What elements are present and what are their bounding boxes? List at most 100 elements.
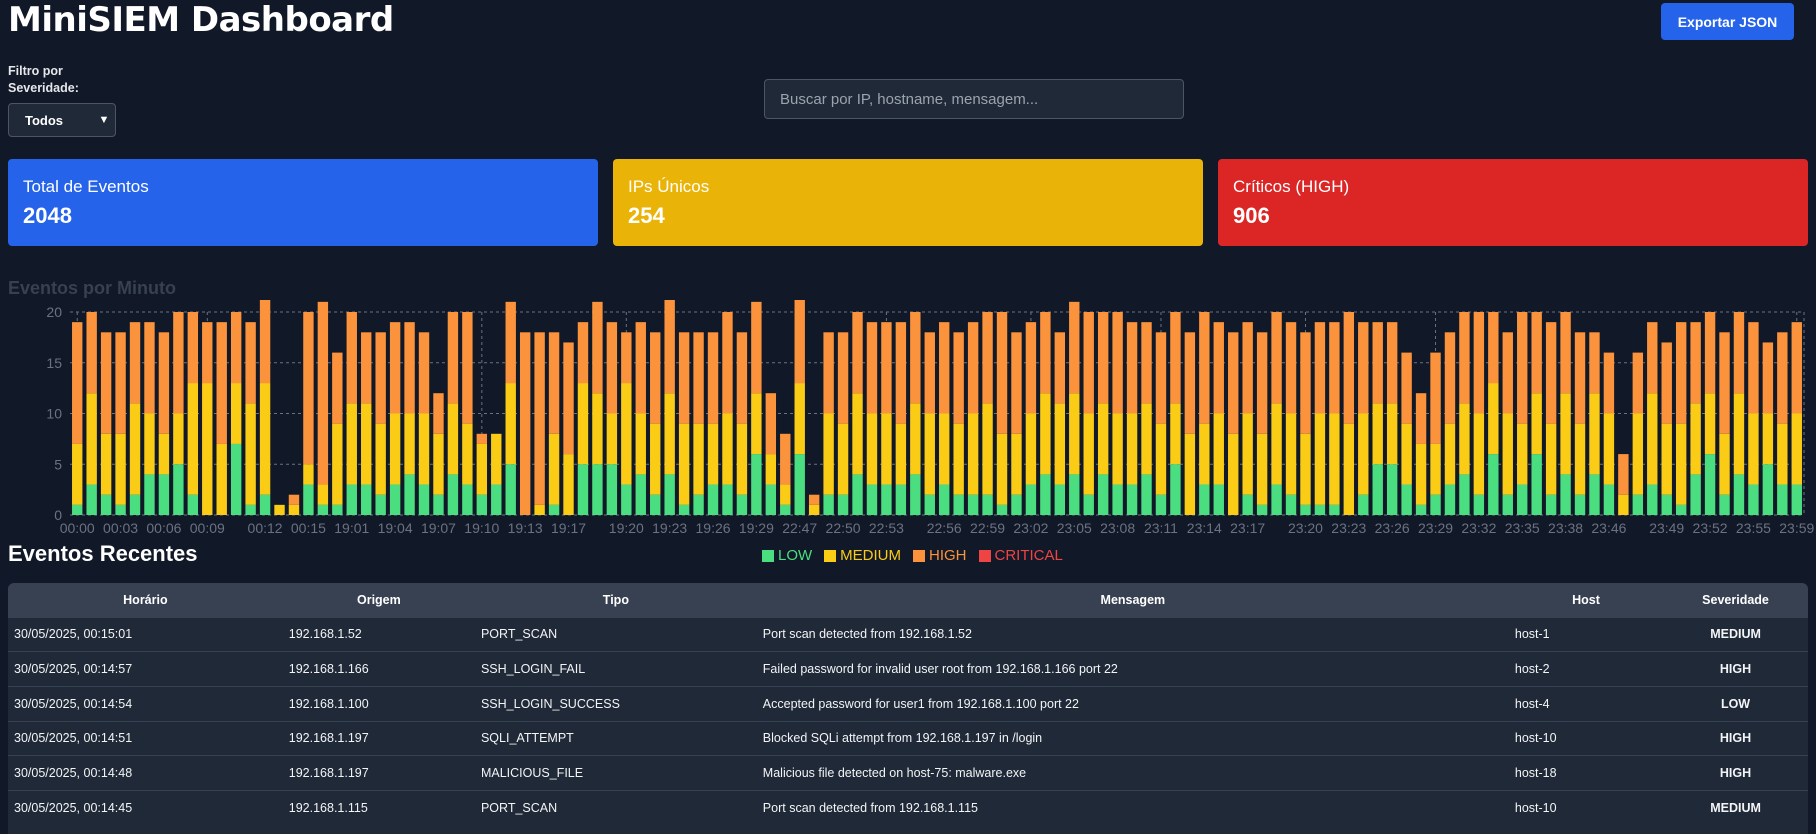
column-header[interactable]: Horário	[8, 583, 283, 617]
bar-medium	[1271, 403, 1282, 485]
bar-low	[1372, 464, 1383, 515]
column-header[interactable]: Origem	[283, 583, 475, 617]
table-cell: Malicious file detected on host-75: malw…	[762, 766, 1027, 781]
table-row[interactable]: 30/05/2025, 00:14:51 192.168.1.197 SQLI_AT…	[8, 721, 1808, 756]
bar-high	[664, 300, 675, 394]
bar-low	[1603, 484, 1615, 515]
bar-medium	[1256, 433, 1268, 505]
bar-high	[1560, 312, 1571, 394]
bar-medium	[1430, 443, 1441, 495]
bar-high	[1329, 322, 1340, 414]
legend-item[interactable]: MEDIUM	[824, 547, 901, 564]
bar-medium	[375, 423, 386, 495]
bar-low	[967, 494, 979, 515]
bar-high	[1069, 301, 1080, 394]
bar-low	[346, 484, 357, 515]
bar-high	[1517, 312, 1528, 424]
column-header[interactable]: Severidade	[1663, 583, 1808, 617]
bar-medium	[996, 433, 1008, 505]
bar-medium	[1733, 393, 1745, 475]
legend-swatch	[978, 549, 991, 562]
bar-high	[144, 322, 155, 414]
bar-low	[1531, 454, 1542, 515]
bar-high	[1184, 332, 1196, 434]
bar-medium	[606, 413, 618, 465]
bar-high	[577, 322, 589, 384]
bar-high	[202, 322, 213, 384]
chart-legend: LOW MEDIUM HIGH CRITICAL	[762, 547, 1063, 564]
bar-medium	[1155, 423, 1167, 495]
legend-swatch	[824, 549, 837, 562]
bar-medium	[1358, 413, 1369, 495]
bar-medium	[115, 433, 126, 505]
page-title: MiniSIEM Dashboard	[8, 0, 394, 40]
bar-medium	[100, 433, 112, 495]
bar-low	[895, 484, 907, 515]
bar-low	[1213, 484, 1224, 515]
column-header[interactable]: Mensagem	[757, 583, 1509, 617]
bar-high	[592, 301, 603, 394]
bar-medium	[1517, 423, 1528, 485]
bar-medium	[707, 423, 719, 485]
bar-low	[1271, 484, 1282, 515]
bar-medium	[202, 383, 213, 515]
bar-low	[86, 484, 97, 515]
table-row[interactable]: 30/05/2025, 00:14:57 192.168.1.166 SSH_LOG…	[8, 651, 1808, 687]
bar-medium	[1791, 413, 1802, 485]
legend-item[interactable]: HIGH	[913, 547, 967, 564]
bar-medium	[736, 423, 748, 495]
bar-high	[1719, 332, 1730, 434]
bar-medium	[1531, 393, 1542, 455]
bar-medium	[1690, 403, 1701, 475]
legend-item[interactable]: LOW	[762, 547, 812, 564]
table-row[interactable]: 30/05/2025, 00:14:54 192.168.1.100 SSH_LOG…	[8, 686, 1808, 721]
bar-high	[635, 322, 646, 414]
table-row[interactable]: 30/05/2025, 00:14:45 192.168.1.115 PORT_SC…	[8, 790, 1808, 825]
bar-medium	[389, 413, 401, 485]
bar-low	[1401, 484, 1412, 515]
bar-low	[664, 474, 675, 515]
table-cell: host-18	[1514, 766, 1557, 781]
bar-low	[1690, 474, 1701, 515]
bar-high	[1690, 322, 1701, 404]
column-header[interactable]: Tipo	[475, 583, 757, 617]
severity-select[interactable]: Todos ▼	[8, 103, 116, 137]
bar-high	[765, 393, 777, 455]
bar-high	[852, 312, 863, 394]
table-row[interactable]: 30/05/2025, 00:14:48 192.168.1.197 MALICIO…	[8, 755, 1808, 791]
bar-medium	[1589, 393, 1600, 475]
y-tick-label: 10	[46, 406, 62, 422]
bar-high	[72, 322, 83, 444]
legend-item[interactable]: CRITICAL	[978, 547, 1063, 564]
x-tick-label: 00:15	[291, 520, 326, 536]
x-tick-label: 23:14	[1187, 520, 1222, 536]
bar-medium	[1083, 413, 1094, 495]
bar-low	[1300, 504, 1311, 515]
bar-medium	[1719, 433, 1730, 495]
bar-high	[1444, 332, 1456, 424]
bar-low	[1358, 494, 1369, 515]
bar-medium	[462, 423, 473, 485]
bar-medium	[563, 454, 574, 515]
search-input[interactable]	[764, 79, 1184, 119]
bar-low	[303, 484, 314, 515]
table-row[interactable]: 30/05/2025, 00:15:01 192.168.1.52 PORT_SCA…	[8, 617, 1808, 652]
column-header[interactable]: Host	[1509, 583, 1663, 617]
export-json-button[interactable]: Exportar JSON	[1661, 3, 1794, 40]
bar-high	[1459, 312, 1470, 404]
bar-low	[1126, 484, 1138, 515]
bar-high	[678, 332, 690, 424]
bar-high	[1791, 322, 1802, 414]
x-tick-label: 23:35	[1505, 520, 1540, 536]
bar-high	[736, 332, 748, 424]
bar-low	[259, 494, 271, 515]
stat-card-label: Total de Eventos	[23, 177, 149, 196]
bar-high	[245, 322, 256, 404]
x-tick-label: 23:23	[1331, 520, 1366, 536]
bar-medium	[259, 383, 271, 495]
severity-cell: LOW	[1720, 696, 1751, 711]
bar-high	[967, 322, 979, 414]
bar-low	[1574, 494, 1586, 515]
bar-low	[693, 494, 704, 515]
bar-medium	[722, 413, 733, 485]
